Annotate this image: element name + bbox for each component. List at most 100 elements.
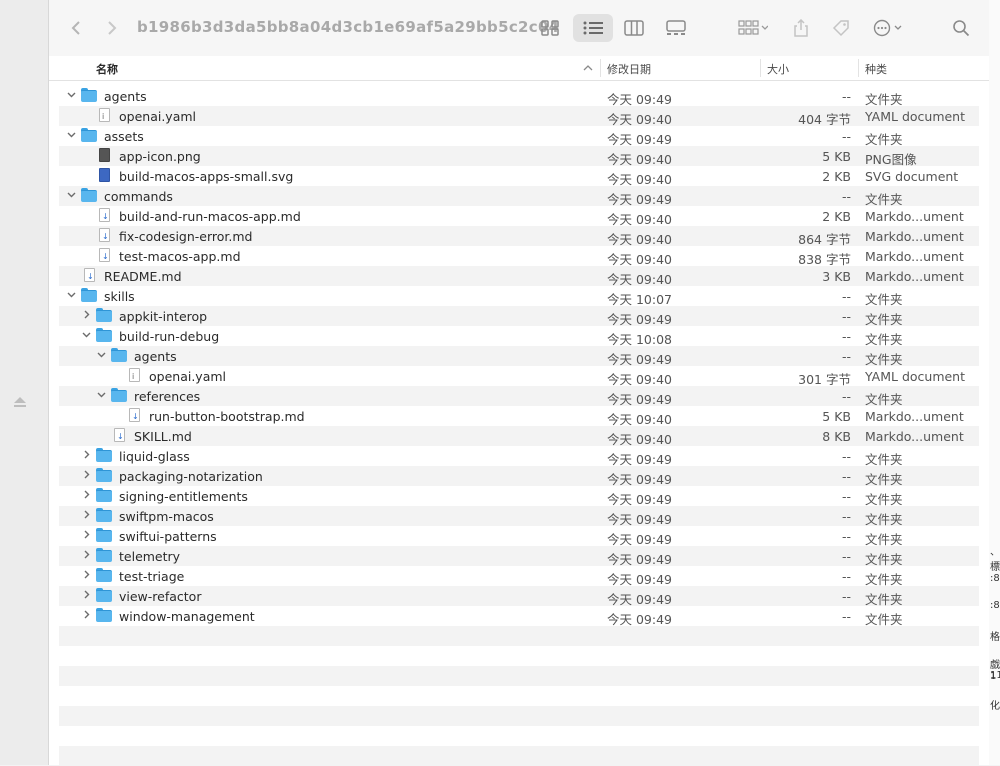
list-item[interactable]: skills 今天 10:07 -- 文件夹 [59,286,979,307]
list-item[interactable]: ↓ fix-codesign-error.md 今天 09:40 864 字节 Mark… [59,226,979,247]
list-item[interactable]: assets 今天 09:49 -- 文件夹 [59,126,979,147]
list-item[interactable]: telemetry 今天 09:49 -- 文件夹 [59,546,979,567]
disclosure-expanded-icon[interactable] [82,330,91,338]
list-item[interactable]: window-management 今天 09:49 -- 文件夹 [59,606,979,627]
disclosure-collapsed-icon[interactable] [82,450,90,459]
item-size: 2 KB [822,169,851,184]
disclosure-collapsed-icon[interactable] [82,610,90,619]
list-item[interactable]: ↓ README.md 今天 09:40 3 KB Markdo...ument [59,266,979,287]
column-divider[interactable] [858,59,859,77]
item-size: -- [841,569,851,584]
forward-button[interactable] [101,14,123,42]
edge-text: 11 [990,670,1000,681]
disclosure-expanded-icon[interactable] [97,350,106,358]
disclosure-expanded-icon[interactable] [67,190,76,198]
disclosure-collapsed-icon[interactable] [82,570,90,579]
column-view-button[interactable] [619,14,649,42]
more-actions-button[interactable] [869,14,909,42]
list-item[interactable]: agents 今天 09:49 -- 文件夹 [59,346,979,367]
disclosure-expanded-icon[interactable] [67,130,76,138]
group-icon [738,20,768,35]
disclosure-collapsed-icon[interactable] [82,510,90,519]
disclosure-expanded-icon[interactable] [67,290,76,298]
list-item[interactable]: signing-entitlements 今天 09:49 -- 文件夹 [59,486,979,507]
gallery-view-button[interactable] [661,14,691,42]
list-item[interactable]: build-macos-apps-small.svg 今天 09:40 2 KB SV… [59,166,979,187]
list-item[interactable]: view-refactor 今天 09:49 -- 文件夹 [59,586,979,607]
list-item[interactable]: references 今天 09:49 -- 文件夹 [59,386,979,407]
window-title: b1986b3d3da5bb8a04d3cb1e69af5a29bb5c2c04 [137,18,560,36]
folder-icon [96,528,112,542]
item-name: fix-codesign-error.md [119,229,253,244]
disclosure-expanded-icon[interactable] [67,90,76,98]
list-item[interactable]: ↓ build-and-run-macos-app.md 今天 09:40 2 KB M… [59,206,979,227]
item-date: 今天 09:49 [607,612,672,627]
folder-icon [96,508,112,522]
group-button[interactable] [733,14,773,42]
item-kind: Markdo...ument [865,209,964,224]
item-size: -- [841,329,851,344]
list-item[interactable]: ↓ run-button-bootstrap.md 今天 09:40 5 KB Mark… [59,406,979,427]
item-size: -- [841,389,851,404]
kind-column-header[interactable]: 种类 [865,61,887,77]
item-size: 3 KB [822,269,851,284]
item-size: -- [841,289,851,304]
item-size: 5 KB [822,149,851,164]
item-kind: Markdo...ument [865,409,964,424]
edge-text: 、 標 [990,547,1000,573]
item-name: agents [104,89,147,104]
disclosure-expanded-icon[interactable] [97,390,106,398]
size-column-header[interactable]: 大小 [767,61,789,77]
columns-icon [624,20,644,36]
list-item[interactable]: liquid-glass 今天 09:49 -- 文件夹 [59,446,979,467]
disclosure-collapsed-icon[interactable] [82,530,90,539]
list-item[interactable]: packaging-notarization 今天 09:49 -- 文件夹 [59,466,979,487]
icon-view-button[interactable] [535,14,565,42]
empty-row [59,706,979,726]
tag-icon [832,20,849,37]
markdown-file-icon: ↓ [99,248,110,262]
folder-icon [96,468,112,482]
folder-icon [96,588,112,602]
chevron-left-icon [71,21,80,35]
list-item[interactable]: i openai.yaml 今天 09:40 404 字节 YAML document [59,106,979,127]
disclosure-collapsed-icon[interactable] [82,490,90,499]
list-item[interactable]: commands 今天 09:49 -- 文件夹 [59,186,979,207]
folder-icon [111,348,127,362]
list-item[interactable]: test-triage 今天 09:49 -- 文件夹 [59,566,979,587]
background-window-edge: 、 標 :8 :8 格 戯1 11 化 [989,0,1000,765]
column-divider[interactable] [600,59,601,77]
list-item[interactable]: build-run-debug 今天 10:08 -- 文件夹 [59,326,979,347]
date-column-header[interactable]: 修改日期 [607,61,651,77]
disclosure-collapsed-icon[interactable] [82,470,90,479]
back-button[interactable] [65,14,87,42]
item-size: -- [841,529,851,544]
eject-icon[interactable] [14,397,26,407]
list-item[interactable]: app-icon.png 今天 09:40 5 KB PNG图像 [59,146,979,167]
list-item[interactable]: ↓ test-macos-app.md 今天 09:40 838 字节 Markdo..… [59,246,979,267]
list-item[interactable]: i openai.yaml 今天 09:40 301 字节 YAML document [59,366,979,387]
disclosure-collapsed-icon[interactable] [82,310,90,319]
name-column-header[interactable]: 名称 [96,61,118,77]
share-icon [794,19,808,37]
list-view-button[interactable] [573,14,613,42]
item-kind: Markdo...ument [865,229,964,244]
list-item[interactable]: agents 今天 09:49 -- 文件夹 [59,86,979,107]
share-button[interactable] [789,14,813,42]
empty-row [59,666,979,686]
item-name: build-run-debug [119,329,220,344]
search-button[interactable] [947,14,975,42]
item-size: -- [841,349,851,364]
disclosure-collapsed-icon[interactable] [82,590,90,599]
tag-button[interactable] [829,14,853,42]
list-item[interactable]: swiftui-patterns 今天 09:49 -- 文件夹 [59,526,979,547]
disclosure-collapsed-icon[interactable] [82,550,90,559]
item-name: view-refactor [119,589,202,604]
item-size: -- [841,469,851,484]
folder-icon [96,308,112,322]
folder-icon [81,288,97,302]
column-divider[interactable] [760,59,761,77]
list-item[interactable]: swiftpm-macos 今天 09:49 -- 文件夹 [59,506,979,527]
list-item[interactable]: ↓ SKILL.md 今天 09:40 8 KB Markdo...ument [59,426,979,447]
list-item[interactable]: appkit-interop 今天 09:49 -- 文件夹 [59,306,979,327]
